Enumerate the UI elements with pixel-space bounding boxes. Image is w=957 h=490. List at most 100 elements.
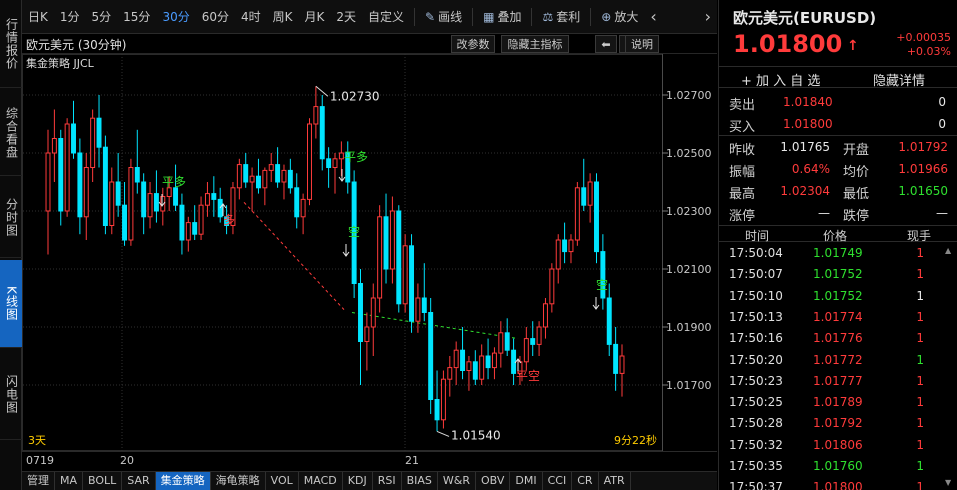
zoom-in-icon: ⊕ bbox=[601, 9, 612, 24]
tick-volume: 1 bbox=[916, 480, 924, 490]
stat-label: 昨收 bbox=[729, 143, 756, 158]
tick-row: 17:50:04 1.01749 1 bbox=[719, 243, 957, 264]
candle-down bbox=[115, 181, 121, 206]
candle-up bbox=[402, 245, 408, 305]
tick-price: 1.01749 bbox=[813, 246, 863, 260]
candle-down bbox=[122, 204, 128, 241]
arbitrage-button[interactable]: ⚖ 套利 bbox=[536, 8, 586, 25]
period-button[interactable]: 5分 bbox=[86, 8, 118, 25]
candle-down bbox=[211, 193, 217, 200]
y-tick-label: 1.01900 bbox=[666, 321, 712, 334]
indicator-tab[interactable]: 集金策略 bbox=[155, 472, 211, 490]
candle-down bbox=[504, 332, 510, 351]
draw-line-button[interactable]: ✎ 画线 bbox=[419, 8, 468, 25]
indicator-tab[interactable]: MA bbox=[55, 472, 84, 490]
candle-up bbox=[198, 204, 204, 235]
candle-down bbox=[396, 210, 402, 305]
candle-up bbox=[479, 355, 485, 380]
stat-value: 0.64% bbox=[791, 162, 830, 176]
candle-up bbox=[491, 352, 497, 369]
side-tab-4[interactable]: 闪电图 bbox=[0, 350, 22, 440]
add-to-watchlist-button[interactable]: + 加 入 自 选 bbox=[741, 70, 820, 89]
indicator-tab[interactable]: 海龟策略 bbox=[211, 472, 266, 490]
candle-up bbox=[166, 187, 172, 198]
candle-up bbox=[389, 210, 395, 270]
candle-down bbox=[243, 164, 249, 183]
candle-down bbox=[192, 222, 198, 235]
tick-price: 1.01774 bbox=[813, 309, 863, 324]
period-button[interactable]: 日K bbox=[22, 8, 54, 25]
candle-down bbox=[594, 181, 599, 253]
side-tab-2[interactable]: 分时图 bbox=[0, 178, 22, 258]
side-tab-1[interactable]: 综合看盘 bbox=[0, 90, 22, 176]
period-button[interactable]: 4时 bbox=[235, 8, 267, 25]
indicator-tab[interactable]: CCI bbox=[543, 472, 573, 490]
signal-label: 平多 bbox=[162, 175, 186, 189]
candle-down bbox=[358, 283, 363, 342]
candle-down bbox=[141, 181, 147, 218]
tick-price: 1.01776 bbox=[813, 331, 863, 346]
edit-params-button[interactable]: 改参数 bbox=[451, 35, 495, 53]
indicator-tab[interactable]: BOLL bbox=[83, 472, 123, 490]
chart-header: 欧元美元 (30分钟) 改参数 隐藏主指标 ⬅ ➡ 说明 bbox=[22, 34, 717, 54]
indicator-tab[interactable]: 管理 bbox=[22, 472, 55, 490]
y-tick-label: 1.02300 bbox=[666, 205, 712, 218]
indicator-tab[interactable]: SAR bbox=[122, 472, 156, 490]
indicator-tab[interactable]: DMI bbox=[510, 472, 543, 490]
sell-label: 卖出 bbox=[729, 98, 756, 113]
tick-row: 17:50:28 1.01792 1 bbox=[719, 413, 957, 434]
stat-label: 跌停 bbox=[843, 209, 870, 224]
hide-detail-button[interactable]: 隐藏详情 bbox=[873, 70, 925, 89]
indicator-tab[interactable]: MACD bbox=[299, 472, 343, 490]
help-button[interactable]: 说明 bbox=[625, 35, 659, 53]
indicator-tab[interactable]: ATR bbox=[599, 472, 631, 490]
candle-down bbox=[275, 164, 281, 183]
indicator-tab[interactable]: BIAS bbox=[402, 472, 438, 490]
toolbar-divider bbox=[414, 7, 416, 26]
buy-row: 买入 1.01800 0 bbox=[719, 113, 957, 135]
hide-indicator-button[interactable]: 隐藏主指标 bbox=[501, 35, 569, 53]
indicator-tab[interactable]: VOL bbox=[266, 472, 299, 490]
indicator-tab[interactable]: OBV bbox=[476, 472, 511, 490]
period-button[interactable]: 60分 bbox=[196, 8, 235, 25]
toolbar-nav-right[interactable]: › bbox=[699, 7, 717, 26]
toolbar-divider bbox=[472, 7, 474, 26]
candle-up bbox=[549, 268, 555, 305]
toolbar-nav-left[interactable]: ‹ bbox=[644, 7, 662, 26]
stat-value: 1.01966 bbox=[898, 162, 948, 176]
chart-scroll-left-button[interactable]: ⬅ bbox=[595, 35, 617, 53]
period-button[interactable]: 30分 bbox=[156, 8, 195, 25]
zoom-button[interactable]: ⊕ 放大 bbox=[595, 8, 644, 25]
period-button[interactable]: 15分 bbox=[117, 8, 156, 25]
period-button[interactable]: 自定义 bbox=[362, 8, 410, 25]
layers-icon: ▦ bbox=[483, 9, 495, 24]
indicator-tab[interactable]: CR bbox=[572, 472, 599, 490]
candle-up bbox=[64, 123, 70, 212]
candle-down bbox=[326, 158, 332, 169]
draw-line-label: 画线 bbox=[438, 10, 463, 24]
candle-up bbox=[204, 193, 210, 206]
tick-volume: 1 bbox=[916, 352, 924, 367]
side-tab-3[interactable]: K线图 bbox=[0, 260, 22, 348]
candlestick-chart[interactable]: 1.02700 1.02500 1.02300 1.02100 1.01900 1.017… bbox=[22, 54, 717, 451]
period-button[interactable]: 周K bbox=[267, 8, 299, 25]
indicator-tab[interactable]: KDJ bbox=[343, 472, 373, 490]
candle-down bbox=[58, 138, 64, 212]
period-button[interactable]: 2天 bbox=[330, 8, 362, 25]
sell-qty: 0 bbox=[938, 95, 946, 109]
side-tab-0[interactable]: 行情报价 bbox=[0, 0, 22, 88]
candle-down bbox=[613, 343, 619, 374]
tick-volume: 1 bbox=[916, 246, 924, 260]
indicator-tab[interactable]: RSI bbox=[373, 472, 402, 490]
indicator-tab[interactable]: W&R bbox=[438, 472, 476, 490]
candle-up bbox=[619, 355, 625, 374]
overlay-button[interactable]: ▦ 叠加 bbox=[477, 8, 527, 25]
scroll-up-icon[interactable]: ▲ bbox=[945, 246, 955, 256]
scroll-down-icon[interactable]: ▼ bbox=[945, 478, 955, 488]
candle-up bbox=[555, 239, 561, 270]
tick-price: 1.01806 bbox=[813, 437, 863, 452]
period-button[interactable]: 1分 bbox=[54, 8, 86, 25]
period-button[interactable]: 月K bbox=[299, 8, 331, 25]
candle-down bbox=[153, 193, 159, 212]
candle-down bbox=[102, 146, 108, 226]
